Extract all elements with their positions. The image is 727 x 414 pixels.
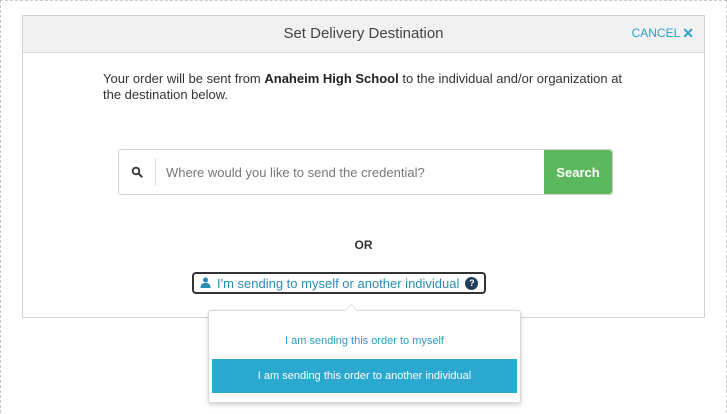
send-to-individual-button[interactable]: I'm sending to myself or another individ… (192, 272, 487, 294)
intro-text: Your order will be sent from Anaheim Hig… (103, 71, 623, 103)
intro-prefix: Your order will be sent from (103, 71, 265, 86)
question-circle-icon[interactable]: ? (465, 276, 479, 290)
cancel-label: CANCEL (631, 26, 681, 40)
delivery-destination-modal: Set Delivery Destination CANCEL ✕ Your o… (22, 15, 705, 318)
send-to-individual-label: I'm sending to myself or another individ… (217, 275, 460, 291)
option-send-to-myself[interactable]: I am sending this order to myself (212, 324, 517, 358)
or-separator: OR (354, 238, 373, 252)
search-box: Search (118, 149, 613, 195)
option-send-to-another-individual[interactable]: I am sending this order to another indiv… (212, 359, 517, 393)
user-icon (200, 276, 211, 291)
close-icon: ✕ (682, 25, 694, 41)
modal-title: Set Delivery Destination (283, 25, 444, 42)
search-icon (119, 158, 156, 186)
search-button[interactable]: Search (544, 150, 612, 194)
modal-header: Set Delivery Destination CANCEL ✕ (23, 16, 704, 53)
search-input[interactable] (156, 150, 544, 194)
individual-options-dropdown: I am sending this order to myself I am s… (208, 304, 521, 403)
cancel-button[interactable]: CANCEL ✕ (632, 26, 694, 40)
school-name: Anaheim High School (264, 71, 399, 86)
